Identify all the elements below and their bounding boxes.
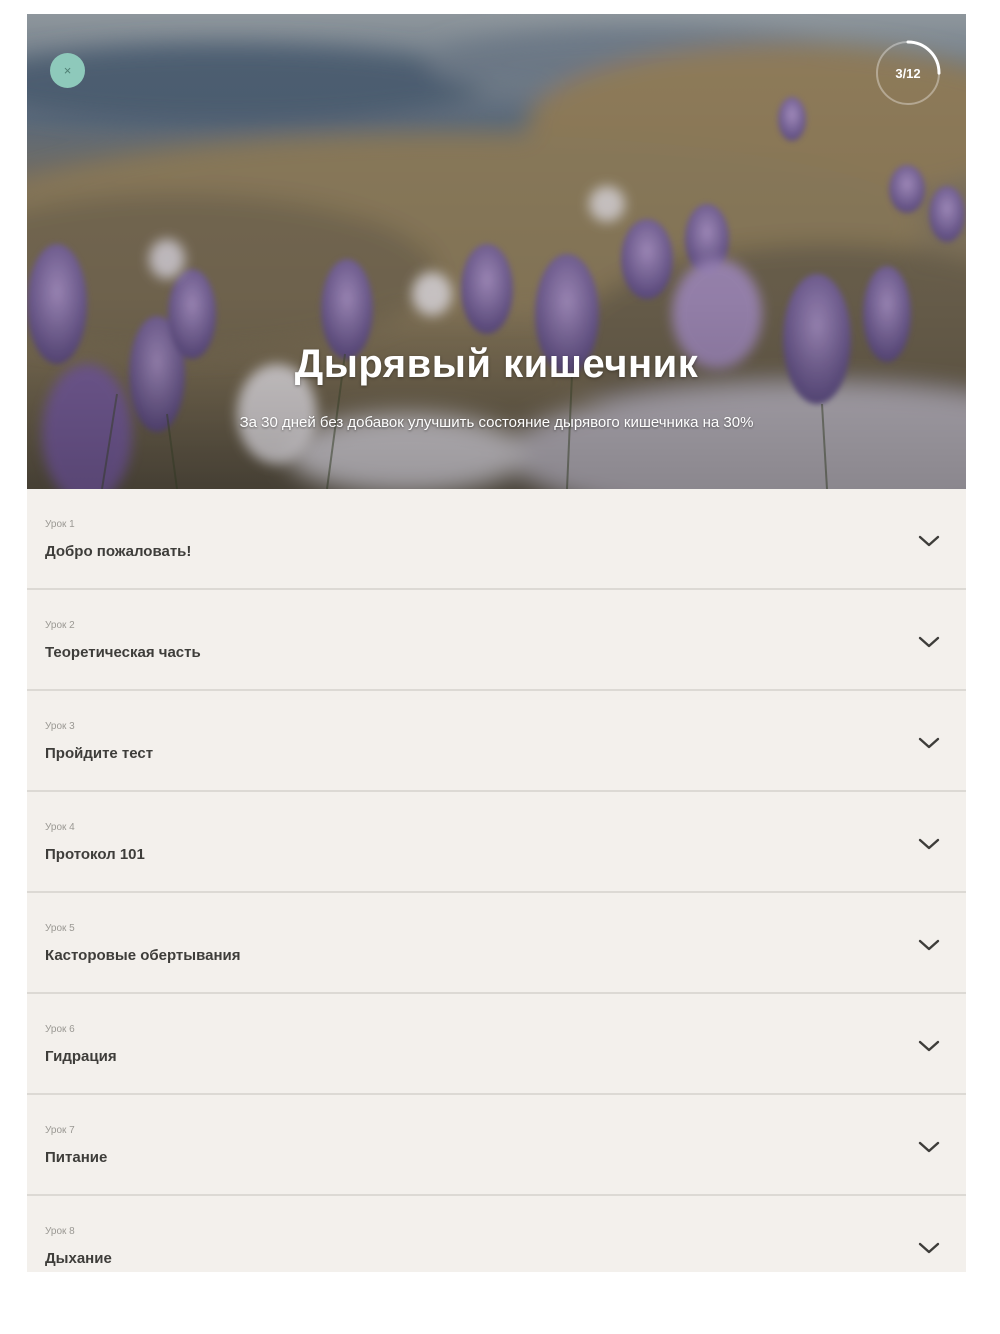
close-icon: × <box>63 63 72 78</box>
lesson-item[interactable]: Урок 4 Протокол 101 <box>27 792 966 893</box>
lesson-item[interactable]: Урок 3 Пройдите тест <box>27 691 966 792</box>
course-subtitle: За 30 дней без добавок улучшить состояни… <box>239 414 754 431</box>
lesson-title: Питание <box>45 1149 108 1166</box>
lesson-number: Урок 2 <box>45 620 75 631</box>
lesson-title: Протокол 101 <box>45 846 145 863</box>
progress-indicator: 3/12 <box>874 39 942 107</box>
lesson-number: Урок 7 <box>45 1125 75 1136</box>
lesson-number: Урок 4 <box>45 822 75 833</box>
lesson-number: Урок 6 <box>45 1024 75 1035</box>
chevron-down-icon[interactable] <box>917 735 941 751</box>
lesson-item[interactable]: Урок 1 Добро пожаловать! <box>27 489 966 590</box>
lesson-title: Добро пожаловать! <box>45 543 192 560</box>
chevron-down-icon[interactable] <box>917 1038 941 1054</box>
lesson-item[interactable]: Урок 6 Гидрация <box>27 994 966 1095</box>
lesson-item[interactable]: Урок 7 Питание <box>27 1095 966 1196</box>
lesson-item[interactable]: Урок 2 Теоретическая часть <box>27 590 966 691</box>
course-card: × 3/12 Дырявый кишечник За 30 дней без д… <box>27 14 966 1272</box>
chevron-down-icon[interactable] <box>917 533 941 549</box>
lesson-list: Урок 1 Добро пожаловать! Урок 2 Теоретич… <box>27 489 966 1272</box>
chevron-down-icon[interactable] <box>917 1139 941 1155</box>
lesson-title: Пройдите тест <box>45 745 154 762</box>
lesson-number: Урок 8 <box>45 1226 75 1237</box>
lesson-item[interactable]: Урок 5 Касторовые обертывания <box>27 893 966 994</box>
course-title: Дырявый кишечник <box>294 342 699 386</box>
lesson-title: Дыхание <box>45 1250 112 1267</box>
lesson-title: Гидрация <box>45 1048 117 1065</box>
chevron-down-icon[interactable] <box>917 634 941 650</box>
page: × 3/12 Дырявый кишечник За 30 дней без д… <box>0 0 1000 1334</box>
chevron-down-icon[interactable] <box>917 836 941 852</box>
lesson-item[interactable]: Урок 8 Дыхание <box>27 1196 966 1272</box>
hero-banner: × 3/12 Дырявый кишечник За 30 дней без д… <box>27 14 966 489</box>
close-button[interactable]: × <box>50 53 85 88</box>
lesson-title: Теоретическая часть <box>45 644 201 661</box>
chevron-down-icon[interactable] <box>917 937 941 953</box>
lesson-title: Касторовые обертывания <box>45 947 241 964</box>
progress-label: 3/12 <box>895 65 921 81</box>
chevron-down-icon[interactable] <box>917 1240 941 1256</box>
lesson-number: Урок 3 <box>45 721 75 732</box>
lesson-number: Урок 1 <box>45 519 75 530</box>
lesson-number: Урок 5 <box>45 923 75 934</box>
